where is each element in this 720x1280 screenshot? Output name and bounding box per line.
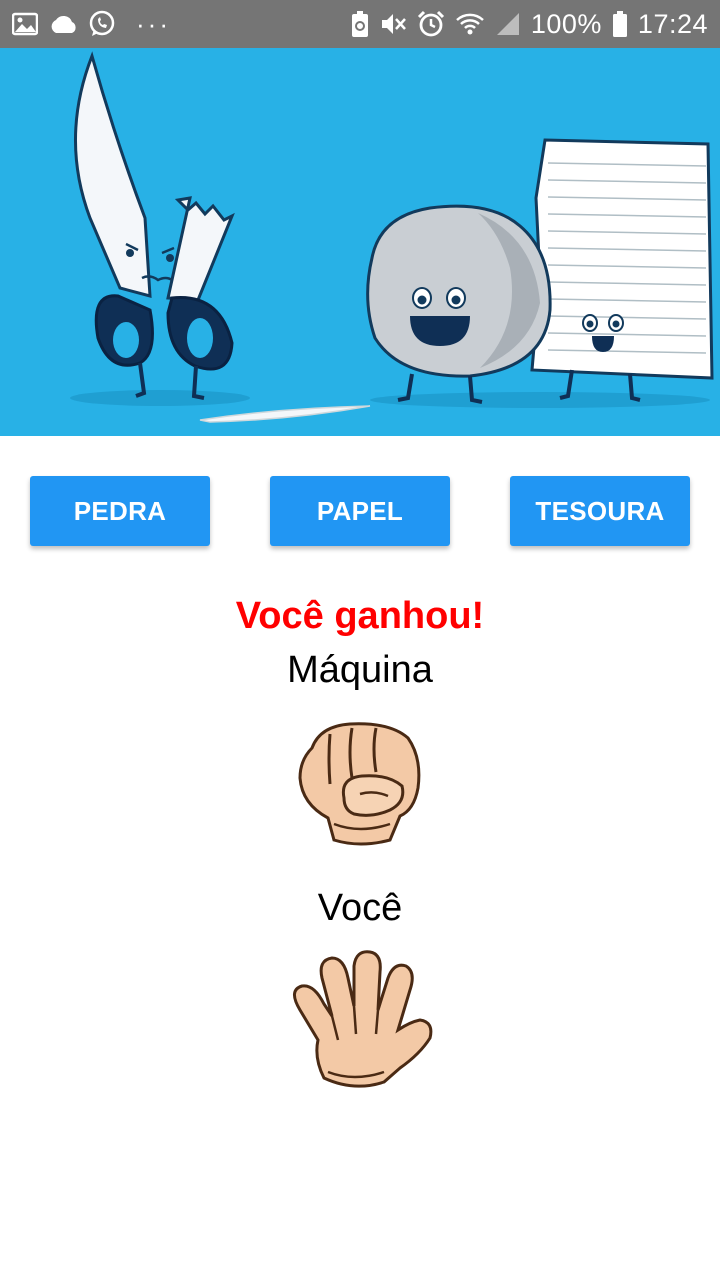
- fist-icon: [290, 718, 426, 853]
- alarm-icon: [417, 8, 445, 40]
- choice-buttons: PEDRA PAPEL TESOURA: [0, 476, 720, 546]
- image-icon: [12, 8, 38, 40]
- scissors-button[interactable]: TESOURA: [510, 476, 690, 546]
- paper-button[interactable]: PAPEL: [270, 476, 450, 546]
- whatsapp-icon: [88, 8, 116, 40]
- open-hand-icon: [284, 948, 434, 1097]
- result-text: Você ganhou!: [235, 595, 485, 637]
- machine-label: Máquina: [287, 649, 433, 691]
- status-bar-right: 100% 17:24: [351, 0, 708, 48]
- battery-percent: 100%: [530, 8, 602, 39]
- more-notifications: ···: [136, 8, 171, 39]
- cloud-icon: [48, 8, 78, 40]
- clock: 17:24: [637, 8, 708, 39]
- mute-icon: [379, 8, 407, 40]
- player-label: Você: [317, 887, 403, 929]
- signal-icon: [495, 8, 521, 40]
- battery-saver-icon: [351, 8, 369, 40]
- battery-icon: [612, 8, 628, 40]
- wifi-icon: [455, 8, 485, 40]
- status-bar: ··· 100% 17:24: [0, 0, 720, 48]
- paper-illustration: [530, 138, 714, 402]
- status-bar-left: ···: [12, 0, 171, 48]
- rock-button[interactable]: PEDRA: [30, 476, 210, 546]
- hero-image: [0, 48, 720, 436]
